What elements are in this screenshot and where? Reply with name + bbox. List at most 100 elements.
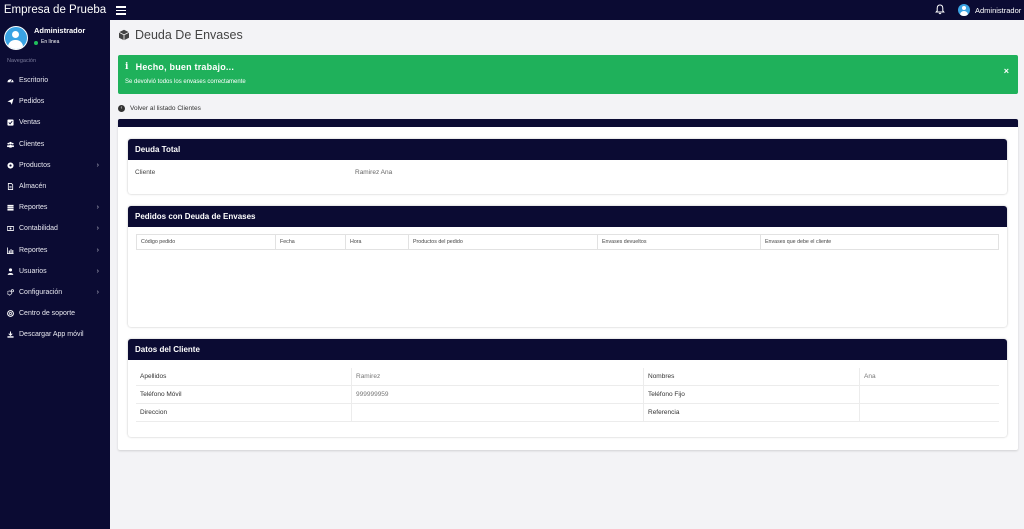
column-header[interactable]: Envases devueltos <box>598 235 761 249</box>
sidebar-item-label: Escritorio <box>19 77 49 85</box>
download-icon <box>7 331 14 338</box>
referencia-label: Referencia <box>648 409 680 416</box>
sidebar-item-label: Usuarios <box>19 267 47 275</box>
sidebar-item-label: Reportes <box>19 204 48 212</box>
cliente-value: Ramirez Ana <box>355 169 393 176</box>
top-navbar: Empresa de Prueba Administrador <box>0 0 1024 20</box>
sidebar: Administrador En línea Navegación Escrit… <box>0 20 110 529</box>
sidebar-item-ventas[interactable]: Ventas <box>0 112 110 133</box>
users-icon <box>7 141 14 148</box>
chevron-right-icon: › <box>96 267 99 275</box>
sidebar-item-almacen[interactable]: Almacén <box>0 176 110 197</box>
sidebar-item-label: Almacén <box>19 183 47 191</box>
gears-icon <box>7 289 14 296</box>
nombres-value: Ana <box>864 373 876 380</box>
sidebar-item-label: Pedidos <box>19 98 45 106</box>
user-menu-name: Administrador <box>975 5 1022 15</box>
sidebar-item-label: Productos <box>19 161 51 169</box>
product-icon <box>7 162 14 169</box>
pedidos-card: Pedidos con Deuda de Envases Código pedi… <box>128 206 1007 327</box>
sidebar-item-soporte[interactable]: Centro de soporte <box>0 303 110 324</box>
user-panel: Administrador En línea <box>4 26 85 50</box>
user-icon <box>7 268 14 275</box>
card-title: Deuda Total <box>128 139 1007 160</box>
alert-title-text: Hecho, buen trabajo... <box>135 62 235 72</box>
dashboard-icon <box>7 79 14 83</box>
nombres-label: Nombres <box>648 373 675 380</box>
sidebar-item-label: Reportes <box>19 246 48 254</box>
success-alert: i Hecho, buen trabajo... Se devolvió tod… <box>118 55 1018 94</box>
datos-cliente-card: Datos del Cliente Apellidos Ramirez Nomb… <box>128 339 1007 437</box>
pedidos-table-header: Código pedido Fecha Hora Productos del p… <box>136 234 999 250</box>
sidebar-item-label: Descargar App móvil <box>19 331 84 339</box>
sidebar-item-label: Centro de soporte <box>19 310 76 318</box>
sidebar-item-reportes-graficos[interactable]: Reportes › <box>0 240 110 261</box>
sidebar-item-configuracion[interactable]: Configuración › <box>0 282 110 303</box>
sidebar-item-descargar-app[interactable]: Descargar App móvil <box>0 324 110 345</box>
sidebar-item-escritorio[interactable]: Escritorio <box>0 70 110 91</box>
card-title: Datos del Cliente <box>128 339 1007 360</box>
alert-title: i Hecho, buen trabajo... <box>125 62 234 72</box>
sidebar-item-productos[interactable]: Productos › <box>0 155 110 176</box>
user-status: En línea <box>34 38 85 47</box>
document-icon <box>7 183 14 190</box>
sidebar-item-label: Clientes <box>19 140 45 148</box>
column-header[interactable]: Productos del pedido <box>409 235 598 249</box>
check-square-icon <box>7 119 14 127</box>
sidebar-item-pedidos[interactable]: Pedidos <box>0 91 110 112</box>
telefono-fijo-label: Teléfono Fijo <box>648 391 685 398</box>
cliente-label: Cliente <box>135 169 156 176</box>
telefono-movil-value: 999999959 <box>356 391 389 398</box>
chevron-right-icon: › <box>96 225 99 233</box>
user-status-label: En línea <box>41 39 60 45</box>
column-header[interactable]: Hora <box>346 235 409 249</box>
close-icon[interactable]: × <box>1004 66 1009 76</box>
paper-plane-icon <box>7 98 14 105</box>
column-header[interactable]: Fecha <box>276 235 346 249</box>
direccion-label: Direccion <box>140 409 168 416</box>
apellidos-value: Ramirez <box>356 373 381 380</box>
chevron-right-icon: › <box>96 246 99 254</box>
page-title: Deuda De Envases <box>118 27 243 43</box>
chevron-left-circle-icon: ‹ <box>118 104 125 112</box>
money-icon <box>7 226 14 232</box>
avatar <box>958 4 970 16</box>
page-title-text: Deuda De Envases <box>135 28 243 42</box>
cube-icon <box>118 29 130 41</box>
alert-message: Se devolvió todos los envases correctame… <box>125 79 246 85</box>
life-ring-icon <box>7 310 14 318</box>
info-row: Teléfono Móvil 999999959 Teléfono Fijo <box>136 386 999 404</box>
avatar <box>4 26 28 50</box>
info-row: Direccion Referencia <box>136 404 999 422</box>
sidebar-item-clientes[interactable]: Clientes <box>0 134 110 155</box>
sidebar-item-label: Contabilidad <box>19 225 58 233</box>
info-row: Apellidos Ramirez Nombres Ana <box>136 368 999 386</box>
chart-icon <box>7 247 14 254</box>
info-icon: i <box>125 62 129 72</box>
chevron-right-icon: › <box>96 288 99 296</box>
sidebar-item-label: Configuración <box>19 288 63 296</box>
chevron-right-icon: › <box>96 161 99 169</box>
bell-icon[interactable] <box>935 4 945 15</box>
deuda-total-card: Deuda Total Cliente Ramirez Ana <box>128 139 1007 194</box>
back-to-clients-link[interactable]: ‹ Volver al listado Clientes <box>118 103 201 113</box>
card-title: Pedidos con Deuda de Envases <box>128 206 1007 227</box>
apellidos-label: Apellidos <box>140 373 167 380</box>
sidebar-nav: Escritorio Pedidos Ventas Clientes Produ… <box>0 70 110 345</box>
sidebar-item-usuarios[interactable]: Usuarios › <box>0 261 110 282</box>
nav-header: Navegación <box>7 58 37 64</box>
back-link-label: Volver al listado Clientes <box>130 104 201 112</box>
column-header[interactable]: Envases que debe el cliente <box>761 235 998 249</box>
sidebar-item-label: Ventas <box>19 119 41 127</box>
column-header[interactable]: Código pedido <box>137 235 276 249</box>
bars-icon <box>7 205 14 211</box>
sidebar-user-name: Administrador <box>34 26 86 35</box>
sidebar-item-contabilidad[interactable]: Contabilidad › <box>0 218 110 239</box>
chevron-right-icon: › <box>96 204 99 212</box>
menu-toggle-icon[interactable] <box>116 4 126 16</box>
online-dot-icon <box>34 40 38 45</box>
brand-logo[interactable]: Empresa de Prueba <box>0 0 110 20</box>
sidebar-item-reportes[interactable]: Reportes › <box>0 197 110 218</box>
telefono-movil-label: Teléfono Móvil <box>140 391 182 398</box>
user-menu[interactable]: Administrador <box>958 3 1021 17</box>
